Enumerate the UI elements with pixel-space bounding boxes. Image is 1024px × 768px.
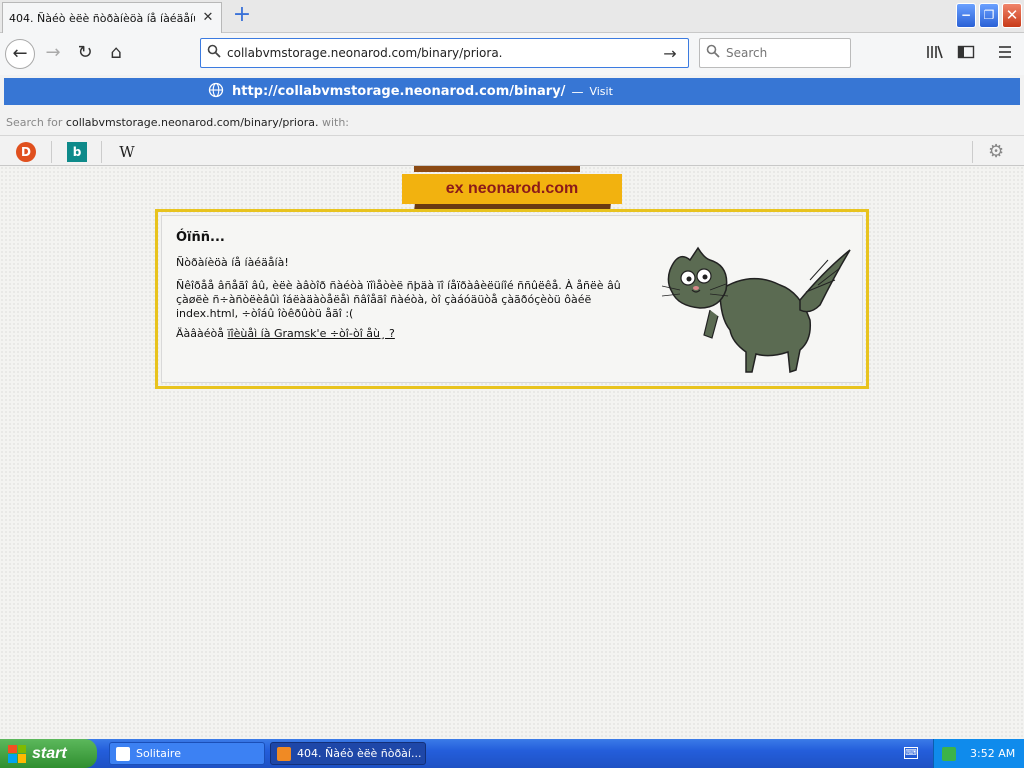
url-input[interactable] — [227, 46, 657, 60]
visit-label: Visit — [589, 85, 613, 98]
close-button[interactable]: ✕ — [1002, 3, 1022, 28]
new-tab-icon[interactable]: + — [230, 4, 254, 28]
duckduckgo-icon[interactable]: D — [16, 142, 36, 162]
error-subtitle: Ñòðàíèöà íå íàéäåíà! — [176, 256, 289, 269]
engine-divider — [972, 141, 973, 163]
keyboard-icon[interactable]: ⌨ — [904, 747, 918, 759]
tab-close-icon[interactable]: ✕ — [201, 11, 215, 25]
search-for-query: collabvmstorage.neonarod.com/binary/prio… — [65, 116, 319, 129]
navigation-toolbar: ← → ↻ ⌂ → — [0, 33, 1024, 75]
taskbar-item-browser[interactable]: 404. Ñàéò èëè ñòðàí... — [270, 742, 426, 765]
clock: 3:52 AM — [970, 747, 1016, 760]
engine-divider — [51, 141, 52, 163]
home-icon[interactable]: ⌂ — [101, 39, 131, 69]
back-prefix: Äàâàéòå — [176, 327, 224, 340]
maximize-button[interactable]: ❐ — [979, 3, 999, 28]
network-icon[interactable] — [942, 746, 956, 761]
search-icon — [201, 44, 227, 62]
logo-text: ex neonarod.com — [445, 180, 579, 197]
tab-title: 404. Ñàéò èëè ñòðàíèöà íå íàéäåíû íà ñ — [9, 11, 195, 25]
sidebar-icon[interactable] — [955, 44, 977, 64]
start-label: start — [32, 744, 67, 762]
system-tray: 3:52 AM — [933, 739, 1024, 768]
forward-icon[interactable]: → — [38, 39, 68, 69]
error-title: Óïññ... — [176, 230, 225, 245]
search-for-row: Search for collabvmstorage.neonarod.com/… — [6, 116, 349, 129]
engine-divider — [101, 141, 102, 163]
visit-url: http://collabvmstorage.neonarod.com/bina… — [232, 84, 566, 99]
go-arrow-icon[interactable]: → — [657, 44, 683, 63]
globe-icon — [208, 82, 228, 102]
bing-icon[interactable]: b — [67, 142, 87, 162]
search-with-label: with: — [321, 116, 350, 129]
search-icon — [700, 44, 726, 62]
solitaire-icon — [116, 746, 130, 761]
search-engine-row: D b W ⚙ — [0, 135, 1024, 166]
minimize-button[interactable]: − — [956, 3, 976, 28]
error-back-line: Äàâàéòå ïîèùåì íà Gramsk'e ÷òî-òî åù¸ ? — [176, 327, 395, 340]
site-logo[interactable]: ex neonarod.com — [402, 166, 622, 210]
reload-icon[interactable]: ↻ — [70, 39, 100, 69]
visit-suggestion[interactable]: http://collabvmstorage.neonarod.com/bina… — [4, 78, 1020, 105]
menu-icon[interactable] — [994, 44, 1016, 64]
wikipedia-icon[interactable]: W — [117, 142, 137, 162]
browser-titlebar: 404. Ñàéò èëè ñòðàíèöà íå íàéäåíû íà ñ ✕… — [0, 0, 1024, 33]
windows-logo-icon — [8, 744, 26, 763]
page-content: ex neonarod.com Óïññ... Ñòðàíèöà íå íàéä… — [0, 166, 1024, 739]
tab-current[interactable]: 404. Ñàéò èëè ñòðàíèöà íå íàéäåíû íà ñ ✕ — [2, 2, 222, 33]
gear-icon[interactable]: ⚙ — [988, 141, 1004, 162]
taskbar-item-solitaire[interactable]: Solitaire — [109, 742, 265, 765]
taskbar-item-label: Solitaire — [136, 747, 181, 760]
firefox-icon — [277, 746, 291, 761]
search-input[interactable] — [726, 46, 844, 60]
taskbar-item-label: 404. Ñàéò èëè ñòðàí... — [297, 747, 422, 760]
url-autocomplete-popup: http://collabvmstorage.neonarod.com/bina… — [0, 75, 1024, 166]
back-icon[interactable]: ← — [5, 39, 35, 69]
gramsk-search-link[interactable]: ïîèùåì íà Gramsk'e ÷òî-òî åù¸ ? — [228, 327, 395, 340]
visit-separator: — — [571, 84, 584, 99]
search-box[interactable] — [699, 38, 851, 68]
error-box: Óïññ... Ñòðàíèöà íå íàéäåíà! Ñêîðåå âñåã… — [155, 209, 869, 389]
url-bar[interactable]: → — [200, 38, 689, 68]
windows-taskbar: start Solitaire 404. Ñàéò èëè ñòðàí... ⌨… — [0, 739, 1024, 768]
scared-cat-illustration — [661, 246, 851, 374]
library-icon[interactable] — [924, 44, 946, 64]
start-button[interactable]: start — [0, 739, 97, 768]
search-for-label: Search for — [6, 116, 63, 129]
error-message: Ñêîðåå âñåãî âû, èëè àâòîð ñàéòà ïîìåòèë… — [176, 279, 621, 320]
